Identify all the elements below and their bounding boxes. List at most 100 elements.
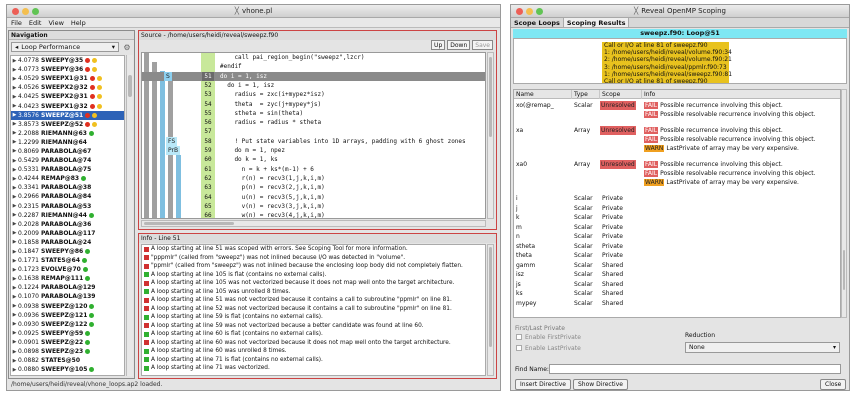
loop-list-item[interactable]: ▶ 4.0526 SWEEPX2@32 (11, 83, 124, 92)
column-header-type[interactable]: Type (572, 90, 600, 99)
menu-edit[interactable]: Edit (29, 19, 42, 27)
expand-triangle-icon[interactable]: ▶ (11, 148, 18, 154)
expand-triangle-icon[interactable]: ▶ (11, 158, 18, 164)
var-scope[interactable]: Unresolved (600, 126, 636, 135)
insert-directive-button[interactable]: Insert Directive (515, 379, 571, 390)
info-message[interactable]: A loop starting at line 52 was not vecto… (142, 305, 485, 314)
enable-lastprivate-checkbox[interactable] (516, 345, 522, 351)
column-header-info[interactable]: Info (642, 90, 840, 99)
down-button[interactable]: Down (447, 40, 471, 50)
call-path-item[interactable]: Call or I/O at line 81 of sweepz.f90 (602, 78, 729, 83)
var-scope[interactable]: Private (600, 232, 623, 241)
menu-file[interactable]: File (11, 19, 22, 27)
loop-list-item[interactable]: ▶ 0.0930 SWEEPZ@122 (11, 320, 124, 329)
expand-triangle-icon[interactable]: ▶ (11, 358, 18, 364)
loop-list-item[interactable]: ▶ 1.2299 RIEMANN@64 (11, 138, 124, 147)
expand-triangle-icon[interactable]: ▶ (11, 330, 18, 336)
loop-list-item[interactable]: ▶ 4.0425 SWEEPX2@31 (11, 92, 124, 101)
source-code-view[interactable]: call pai_region_begin("sweepz",lzcr) #end… (141, 52, 486, 219)
code-line[interactable]: 61 n = k + ks*(m-1) + 6 (142, 165, 485, 174)
loop-list-item[interactable]: ▶ 0.3341 PARABOLA@38 (11, 183, 124, 192)
info-message[interactable]: A loop starting at line 105 was not vect… (142, 279, 485, 288)
loop-list-item[interactable]: ▶ 0.1638 REMAP@111 (11, 274, 124, 283)
source-scrollbar[interactable] (487, 52, 494, 219)
info-message[interactable]: A loop starting at line 105 was unrolled… (142, 288, 485, 297)
expand-triangle-icon[interactable]: ▶ (11, 267, 18, 273)
table-scrollbar[interactable] (841, 89, 847, 318)
code-line[interactable]: 59 do m = 1, npez (142, 146, 485, 155)
info-message[interactable]: "ppmlr" (called from "sweepz") was not i… (142, 262, 485, 271)
expand-triangle-icon[interactable]: ▶ (11, 339, 18, 345)
loop-list-item[interactable]: ▶ 0.0882 STATES@50 (11, 356, 124, 365)
code-line[interactable]: 54 theta = zyc(j+mypey*js) (142, 100, 485, 109)
loop-list-item[interactable]: ▶ 0.2009 PARABOLA@117 (11, 229, 124, 238)
code-line[interactable]: 63 p(n) = recv3(2,j,k,i,m) (142, 183, 485, 192)
var-scope[interactable]: Private (600, 194, 623, 203)
code-line[interactable]: 64 u(n) = recv3(5,j,k,i,m) (142, 193, 485, 202)
expand-triangle-icon[interactable]: ▶ (11, 212, 18, 218)
expand-triangle-icon[interactable]: ▶ (11, 85, 18, 91)
info-message[interactable]: A loop starting at line 60 was unrolled … (142, 347, 485, 356)
loop-list-item[interactable]: ▶ 0.1224 PARABOLA@129 (11, 283, 124, 292)
expand-triangle-icon[interactable]: ▶ (11, 185, 18, 191)
expand-triangle-icon[interactable]: ▶ (11, 121, 18, 127)
expand-triangle-icon[interactable]: ▶ (11, 112, 18, 118)
info-scrollbar[interactable] (487, 244, 494, 376)
tab-scope-loops[interactable]: Scope Loops (511, 18, 564, 27)
gear-icon[interactable]: ⚙ (122, 43, 132, 53)
expand-triangle-icon[interactable]: ▶ (11, 194, 18, 200)
code-line[interactable]: 53 radius = zxc(i+mypez*isz) (142, 90, 485, 99)
expand-triangle-icon[interactable]: ▶ (11, 249, 18, 255)
loop-list-item[interactable]: ▶ 0.2315 PARABOLA@53 (11, 202, 124, 211)
expand-triangle-icon[interactable]: ▶ (11, 221, 18, 227)
var-scope[interactable]: Shared (600, 261, 623, 270)
expand-triangle-icon[interactable]: ▶ (11, 294, 18, 300)
expand-triangle-icon[interactable]: ▶ (11, 167, 18, 173)
code-line[interactable]: 57 (142, 127, 485, 136)
expand-triangle-icon[interactable]: ▶ (11, 349, 18, 355)
expand-triangle-icon[interactable]: ▶ (11, 321, 18, 327)
info-message[interactable]: "pppmlr" (called from "sweepz") was not … (142, 254, 485, 263)
info-message[interactable]: A loop starting at line 51 was scoped wi… (142, 245, 485, 254)
save-button[interactable]: Save (472, 40, 493, 50)
expand-triangle-icon[interactable]: ▶ (11, 367, 18, 373)
var-scope[interactable]: Private (600, 204, 623, 213)
expand-triangle-icon[interactable]: ▶ (11, 312, 18, 318)
loop-list-item[interactable]: ▶ 0.0901 SWEEPZ@22 (11, 338, 124, 347)
expand-triangle-icon[interactable]: ▶ (11, 58, 18, 64)
var-scope[interactable]: Unresolved (600, 101, 636, 110)
loop-list-item[interactable]: ▶ 4.0529 SWEEPX1@31 (11, 74, 124, 83)
loop-list-item[interactable]: ▶ 2.2088 RIEMANN@63 (11, 129, 124, 138)
var-scope[interactable]: Unresolved (600, 160, 636, 169)
menu-help[interactable]: Help (71, 19, 86, 27)
loop-list-item[interactable]: ▶ 0.0925 SWEEPY@59 (11, 329, 124, 338)
close-button[interactable]: Close (820, 379, 847, 390)
var-scope[interactable]: Private (600, 242, 623, 251)
expand-triangle-icon[interactable]: ▶ (11, 139, 18, 145)
tab-scoping-results[interactable]: Scoping Results (563, 18, 630, 27)
expand-triangle-icon[interactable]: ▶ (11, 303, 18, 309)
up-button[interactable]: Up (431, 40, 446, 50)
expand-triangle-icon[interactable]: ▶ (11, 130, 18, 136)
code-line[interactable]: #endif (142, 62, 485, 71)
expand-triangle-icon[interactable]: ▶ (11, 76, 18, 82)
column-header-scope[interactable]: Scope (600, 90, 642, 99)
code-line[interactable]: 58 ! Put state variables into 1D arrays,… (142, 137, 485, 146)
expand-triangle-icon[interactable]: ▶ (11, 230, 18, 236)
performance-select[interactable]: ◂ Loop Performance ▾ (11, 42, 119, 52)
loop-list-item[interactable]: ▶ 0.0938 SWEEPZ@120 (11, 302, 124, 311)
loop-list-item[interactable]: ▶ 0.2966 PARABOLA@84 (11, 192, 124, 201)
loop-list-item[interactable]: ▶ 0.1070 PARABOLA@139 (11, 292, 124, 301)
expand-triangle-icon[interactable]: ▶ (11, 103, 18, 109)
code-line[interactable]: 51 do i = 1, isz (142, 71, 485, 81)
code-line[interactable]: 52 do i = 1, isz (142, 81, 485, 90)
code-line[interactable]: 66 w(n) = recv3(4,j,k,i,m) (142, 211, 485, 218)
var-scope[interactable]: Private (600, 251, 623, 260)
column-header-name[interactable]: Name (514, 90, 572, 99)
info-message[interactable]: A loop starting at line 51 was not vecto… (142, 296, 485, 305)
loop-list-item[interactable]: ▶ 0.2028 PARABOLA@36 (11, 220, 124, 229)
info-message[interactable]: A loop starting at line 105 is flat (con… (142, 271, 485, 280)
table-row[interactable]: xo(@remap_ Scalar Unresolved FAIL Possible r… (514, 101, 840, 121)
code-line[interactable]: 55 stheta = sin(theta) (142, 109, 485, 118)
loop-list-item[interactable]: ▶ 3.8573 SWEEPZ@52 (11, 120, 124, 129)
